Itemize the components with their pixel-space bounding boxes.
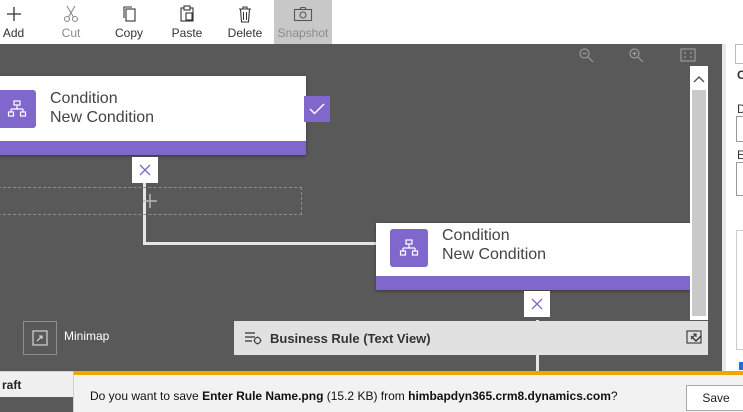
status-tab: raft [0,371,73,397]
condition-node[interactable]: Condition New Condition [0,76,306,155]
copy-icon [121,2,137,26]
node-name-label: New Condition [50,109,155,126]
condition-node[interactable]: Condition New Condition [376,223,690,290]
text-view-icon [244,330,262,346]
cut-label: Cut [61,26,81,40]
paste-icon [179,2,195,26]
scroll-up-icon[interactable] [693,70,705,88]
scissors-icon [63,2,79,26]
panel-input[interactable] [736,116,743,142]
condition-branch-icon [390,229,428,267]
business-rule-text-view-header[interactable]: Business Rule (Text View) [234,321,708,355]
trash-icon [238,2,252,26]
node-type-label: Condition [50,90,118,107]
delete-node-icon[interactable] [132,157,158,183]
add-step-dropzone[interactable] [0,187,302,215]
scroll-down-icon[interactable] [690,330,702,348]
camera-icon [293,2,313,26]
fit-to-screen-icon[interactable] [678,44,698,66]
node-accent-bar [0,141,306,155]
minimap-button[interactable] [23,321,57,355]
scroll-thumb[interactable] [692,90,706,316]
snapshot-button[interactable]: Snapshot [274,0,332,44]
add-button[interactable]: Add [0,0,27,44]
vertical-scrollbar[interactable] [690,66,708,320]
node-accent-bar [376,276,690,290]
plus-icon [6,2,22,26]
save-download-button[interactable]: Save [686,385,743,411]
panel-label-letter: D [737,102,743,116]
node-name-label: New Condition [442,246,547,263]
minimap-label: Minimap [64,329,110,343]
panel-textarea[interactable] [736,230,743,350]
paste-label: Paste [171,26,203,40]
condition-branch-icon [0,90,36,128]
minimap-icon [32,330,48,346]
plus-icon [143,194,157,208]
connector-line [143,242,378,245]
command-toolbar: Add Cut Copy Paste Delete Snapshot [0,0,743,44]
delete-node-icon[interactable] [524,291,550,317]
node-type-label: Condition [442,227,510,244]
download-notification-bar: Do you want to save Enter Rule Name.png … [73,371,743,412]
panel-tab[interactable] [735,44,743,64]
paste-button[interactable]: Paste [169,0,205,44]
download-message: Do you want to save Enter Rule Name.png … [90,389,618,403]
add-label: Add [2,26,25,40]
snapshot-label: Snapshot [277,26,329,40]
delete-button[interactable]: Delete [225,0,265,44]
properties-panel: C D E [722,44,743,374]
business-rule-title: Business Rule (Text View) [270,330,431,346]
cut-button[interactable]: Cut [53,0,89,44]
panel-input[interactable] [736,162,743,196]
node-selected-check[interactable] [304,96,330,122]
panel-label-letter: E [737,148,743,162]
designer-canvas[interactable]: Condition New Condition Condition New Co… [0,44,722,374]
copy-label: Copy [114,26,143,40]
delete-label: Delete [227,26,263,40]
panel-indicator [739,362,743,370]
zoom-out-icon[interactable] [576,44,596,66]
copy-button[interactable]: Copy [110,0,148,44]
panel-heading-letter: C [737,68,743,82]
zoom-in-icon[interactable] [626,44,646,66]
